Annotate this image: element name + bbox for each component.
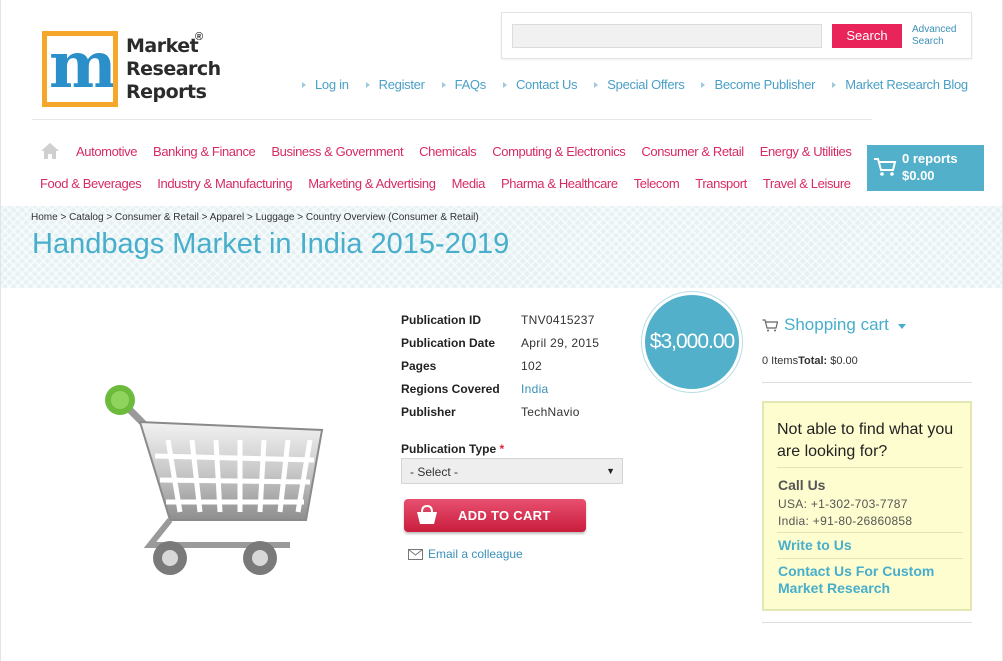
category-marketing-advertising[interactable]: Marketing & Advertising [308, 176, 436, 191]
category-telecom[interactable]: Telecom [634, 176, 680, 191]
chevron-down-icon [897, 323, 906, 329]
category-transport[interactable]: Transport [695, 176, 747, 191]
top-link-login[interactable]: Log in [302, 77, 349, 92]
page-title: Handbags Market in India 2015-2019 [32, 228, 510, 260]
top-link-become-publisher[interactable]: Become Publisher [701, 77, 815, 92]
category-nav-row2: Food & Beverages Industry & Manufacturin… [40, 176, 851, 191]
shopping-cart-toggle[interactable]: Shopping cart [762, 315, 906, 335]
sidebar-divider [762, 382, 972, 383]
advanced-search-link[interactable]: Advanced Search [912, 24, 956, 48]
top-link-faqs[interactable]: FAQs [441, 77, 486, 92]
sidebar-divider [762, 622, 972, 623]
site-logo[interactable]: m Market Research Reports ® [42, 31, 221, 111]
breadcrumb[interactable]: Home > Catalog > Consumer & Retail > App… [31, 212, 479, 223]
header-cart-button[interactable]: 0 reports $0.00 [867, 145, 984, 191]
category-computing-electronics[interactable]: Computing & Electronics [492, 144, 626, 159]
category-chemicals[interactable]: Chemicals [419, 144, 476, 159]
logo-letter: m [49, 36, 113, 102]
category-energy-utilities[interactable]: Energy & Utilities [760, 144, 852, 159]
bullet-icon [594, 81, 599, 88]
top-link-contact[interactable]: Contact Us [502, 77, 578, 92]
cart-total: $0.00 [902, 168, 935, 183]
cart-icon [762, 318, 778, 331]
category-travel-leisure[interactable]: Travel & Leisure [763, 176, 851, 191]
shopping-cart-product-image [105, 385, 324, 575]
category-pharma-healthcare[interactable]: Pharma & Healthcare [501, 176, 618, 191]
bullet-icon [502, 81, 507, 88]
registered-mark: ® [195, 31, 204, 43]
logo-wordmark: Market Research Reports [126, 35, 221, 103]
bullet-icon [832, 81, 837, 88]
top-links: Log in Register FAQs Contact Us Special … [302, 77, 968, 92]
category-food-beverages[interactable]: Food & Beverages [40, 176, 142, 191]
top-link-special-offers[interactable]: Special Offers [594, 77, 685, 92]
logo-mark: m [42, 31, 118, 107]
home-icon[interactable] [40, 142, 60, 160]
search-input[interactable] [512, 24, 822, 48]
top-link-blog[interactable]: Market Research Blog [832, 77, 968, 92]
category-banking-finance[interactable]: Banking & Finance [153, 144, 256, 159]
price-badge: $3,000.00 [642, 292, 742, 392]
write-to-us-link[interactable]: Write to Us [778, 537, 852, 554]
region-link[interactable]: India [521, 382, 549, 396]
phone-usa: USA: +1-302-703-7787 [778, 497, 908, 511]
phone-india: India: +91-80-26860858 [778, 514, 913, 528]
category-media[interactable]: Media [452, 176, 486, 191]
dropdown-arrow-icon: ▼ [606, 466, 615, 476]
call-us-heading: Call Us [778, 477, 826, 493]
header-divider [32, 119, 872, 120]
bullet-icon [302, 81, 306, 88]
search-panel: Search Advanced Search [501, 12, 972, 59]
top-link-register[interactable]: Register [365, 77, 425, 92]
help-title: Not able to find what you are looking fo… [777, 421, 954, 460]
help-divider [777, 532, 963, 533]
category-automotive[interactable]: Automotive [76, 144, 137, 159]
custom-research-link[interactable]: Contact Us For Custom Market Research [778, 563, 964, 597]
bullet-icon [441, 81, 446, 88]
category-business-government[interactable]: Business & Government [271, 144, 403, 159]
category-industry-manufacturing[interactable]: Industry & Manufacturing [157, 176, 292, 191]
bullet-icon [701, 81, 706, 88]
help-divider [777, 467, 963, 468]
cart-report-count: 0 reports [902, 151, 958, 166]
cart-icon [874, 158, 897, 176]
email-colleague-link[interactable]: Email a colleague [408, 547, 523, 561]
publication-type-select[interactable]: - Select - ▼ [401, 458, 623, 484]
shopping-bag-icon [417, 504, 437, 524]
category-consumer-retail[interactable]: Consumer & Retail [641, 144, 744, 159]
search-button[interactable]: Search [832, 24, 902, 48]
help-box: Not able to find what you are looking fo… [762, 401, 972, 611]
bullet-icon [365, 81, 370, 88]
envelope-icon [408, 548, 423, 560]
publication-type-label: Publication Type * [401, 442, 505, 456]
add-to-cart-button[interactable]: ADD TO CART [404, 499, 586, 532]
help-divider [777, 558, 963, 559]
cart-summary: 0 ItemsTotal: $0.00 [762, 355, 858, 367]
category-nav-row1: Automotive Banking & Finance Business & … [76, 144, 852, 159]
